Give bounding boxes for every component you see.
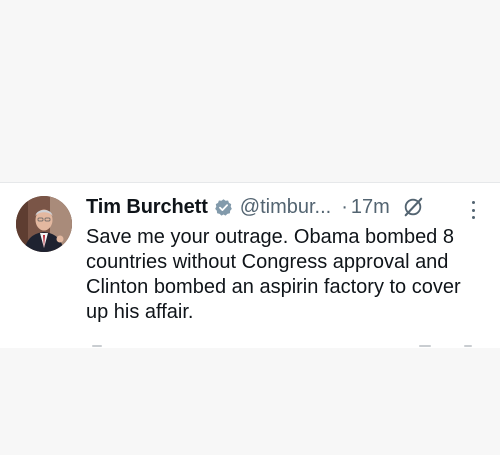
author-handle[interactable]: @timbur... [240, 196, 331, 219]
more-options-icon[interactable] [464, 199, 482, 221]
author-name[interactable]: Tim Burchett [86, 196, 208, 219]
grok-icon[interactable] [402, 196, 424, 218]
blank-top-area [0, 0, 500, 182]
views-icon[interactable] [419, 345, 431, 347]
reply-icon[interactable] [92, 345, 102, 347]
avatar[interactable] [16, 196, 72, 252]
blank-bottom-area [0, 348, 500, 455]
separator-dot: · [341, 195, 348, 218]
tweet-card[interactable]: Tim Burchett @timbur... · 17m Save me yo… [0, 182, 500, 348]
tweet-timestamp[interactable]: 17m [351, 196, 390, 219]
verified-badge-icon[interactable] [214, 198, 233, 217]
tweet-header: Tim Burchett @timbur... · 17m [86, 194, 424, 220]
share-icon[interactable] [464, 345, 472, 347]
tweet-text: Save me your outrage. Obama bombed 8 cou… [86, 226, 461, 323]
